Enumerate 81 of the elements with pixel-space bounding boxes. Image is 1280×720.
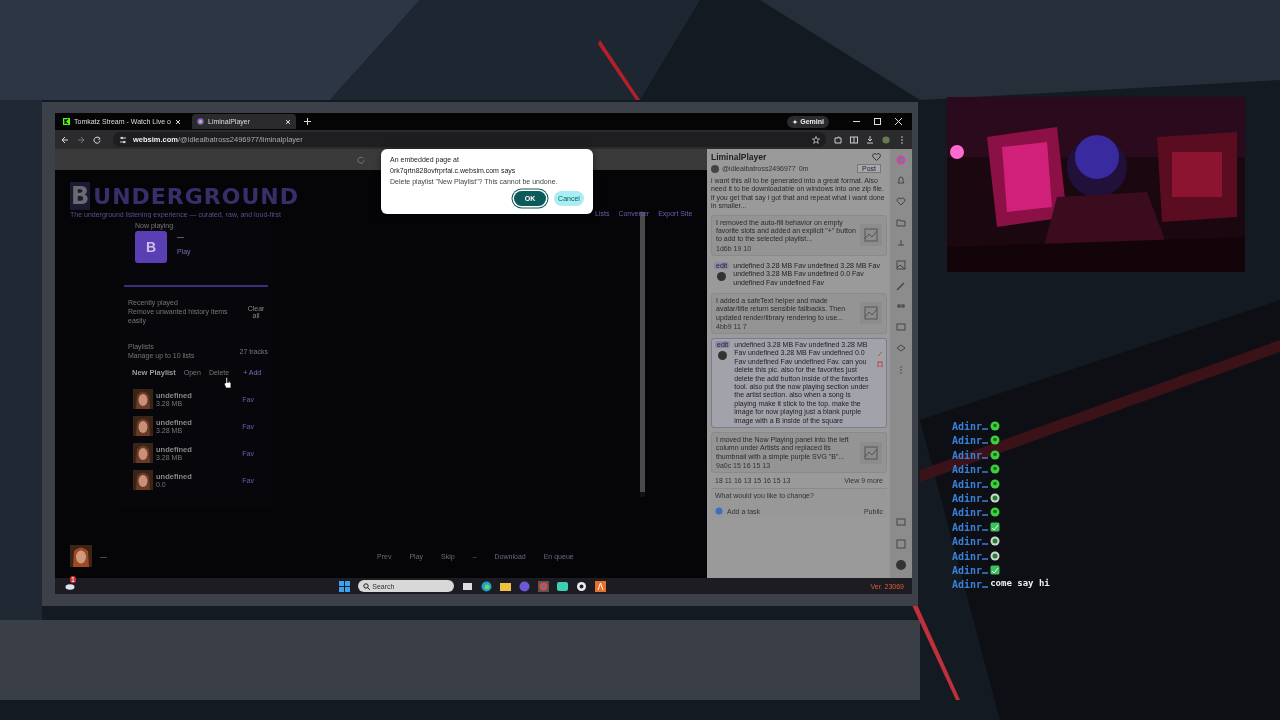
layers-icon[interactable] xyxy=(896,344,906,354)
avatar-icon[interactable] xyxy=(882,135,890,144)
close-icon[interactable] xyxy=(895,118,902,125)
extensions-icon[interactable] xyxy=(834,135,842,144)
sidebar-icon[interactable] xyxy=(896,539,906,549)
logo-text: UNDERGROUND xyxy=(93,184,300,209)
emote-icon xyxy=(990,478,1001,489)
close-icon[interactable] xyxy=(175,118,181,125)
start-icon[interactable] xyxy=(339,580,351,592)
comment-icon[interactable] xyxy=(896,323,906,333)
chat-username: Adinr… xyxy=(952,435,989,447)
user-avatar-icon[interactable] xyxy=(896,560,906,570)
track-thumbnail xyxy=(133,416,153,437)
chat-username: Adinr… xyxy=(952,564,989,576)
chat-username: Adinr… xyxy=(952,579,989,591)
menu-icon[interactable] xyxy=(898,135,906,144)
maximize-icon[interactable] xyxy=(874,118,881,125)
emote-icon xyxy=(990,449,1001,460)
album-art: B xyxy=(135,231,167,263)
image-placeholder-icon xyxy=(860,302,882,325)
pencil-icon[interactable] xyxy=(896,281,906,291)
artist-thumbnail xyxy=(70,545,92,567)
chat-username: Adinr… xyxy=(952,478,989,490)
camera-icon[interactable] xyxy=(576,580,588,592)
split-view-icon[interactable] xyxy=(850,135,858,144)
emote-icon xyxy=(990,507,1001,518)
bell-icon[interactable] xyxy=(896,176,906,186)
user-avatar-icon xyxy=(718,351,728,361)
task-view-icon[interactable] xyxy=(462,580,474,592)
chat-username: Adinr… xyxy=(952,449,989,461)
emote-icon xyxy=(990,492,1001,503)
emote-icon xyxy=(990,521,1001,532)
chat-username: Adinr… xyxy=(952,421,989,432)
heart-icon[interactable] xyxy=(896,197,906,207)
emote-icon xyxy=(990,421,1001,431)
back-icon[interactable] xyxy=(61,135,69,144)
color-wheel-icon[interactable] xyxy=(896,155,906,165)
track-thumbnail xyxy=(133,470,153,491)
image-icon[interactable] xyxy=(896,260,906,270)
chat-username: Adinr… xyxy=(952,536,989,548)
hand-cursor-icon xyxy=(224,377,232,389)
cone-icon[interactable] xyxy=(595,580,607,592)
image-placeholder-icon xyxy=(860,441,882,464)
image-placeholder-icon xyxy=(860,224,882,247)
emote-icon xyxy=(990,536,1001,547)
chat-username: Adinr… xyxy=(952,521,989,533)
plus-icon[interactable] xyxy=(304,118,311,125)
chat-app-icon[interactable] xyxy=(519,580,531,592)
close-icon[interactable] xyxy=(285,118,291,125)
comment-icon[interactable] xyxy=(896,518,906,528)
track-thumbnail xyxy=(133,443,153,464)
user-avatar-icon xyxy=(717,271,727,281)
search-icon xyxy=(363,582,371,590)
chat-username: Adinr… xyxy=(952,507,989,519)
emote-icon xyxy=(990,464,1001,475)
chat-username: Adinr… xyxy=(952,550,989,562)
browser-icon[interactable] xyxy=(481,580,493,592)
emote-icon xyxy=(990,435,1001,446)
light-streak xyxy=(598,40,640,100)
download-icon[interactable] xyxy=(866,135,874,144)
heart-icon[interactable] xyxy=(872,153,881,161)
track-thumbnail xyxy=(133,389,153,410)
site-icon xyxy=(197,118,204,125)
chat-username: Adinr… xyxy=(952,492,989,504)
emote-icon xyxy=(990,550,1001,561)
user-avatar-icon xyxy=(711,164,719,173)
emote-icon xyxy=(990,564,1001,575)
panel-title: LiminalPlayer xyxy=(711,152,767,162)
weather-icon[interactable] xyxy=(65,582,75,590)
star-icon[interactable] xyxy=(812,135,820,144)
folder-icon[interactable] xyxy=(500,580,512,592)
terminal-icon[interactable] xyxy=(557,580,569,592)
chat-message: come say hi xyxy=(990,579,1051,589)
chat-username: Adinr… xyxy=(952,464,989,476)
site-settings-icon[interactable] xyxy=(119,135,127,144)
minimize-icon[interactable] xyxy=(853,118,860,125)
site-icon xyxy=(63,118,70,125)
forward-icon[interactable] xyxy=(77,135,85,144)
logo-letter: B xyxy=(70,182,91,210)
chrome-icon[interactable] xyxy=(538,580,550,592)
sparkle-icon xyxy=(792,118,799,125)
